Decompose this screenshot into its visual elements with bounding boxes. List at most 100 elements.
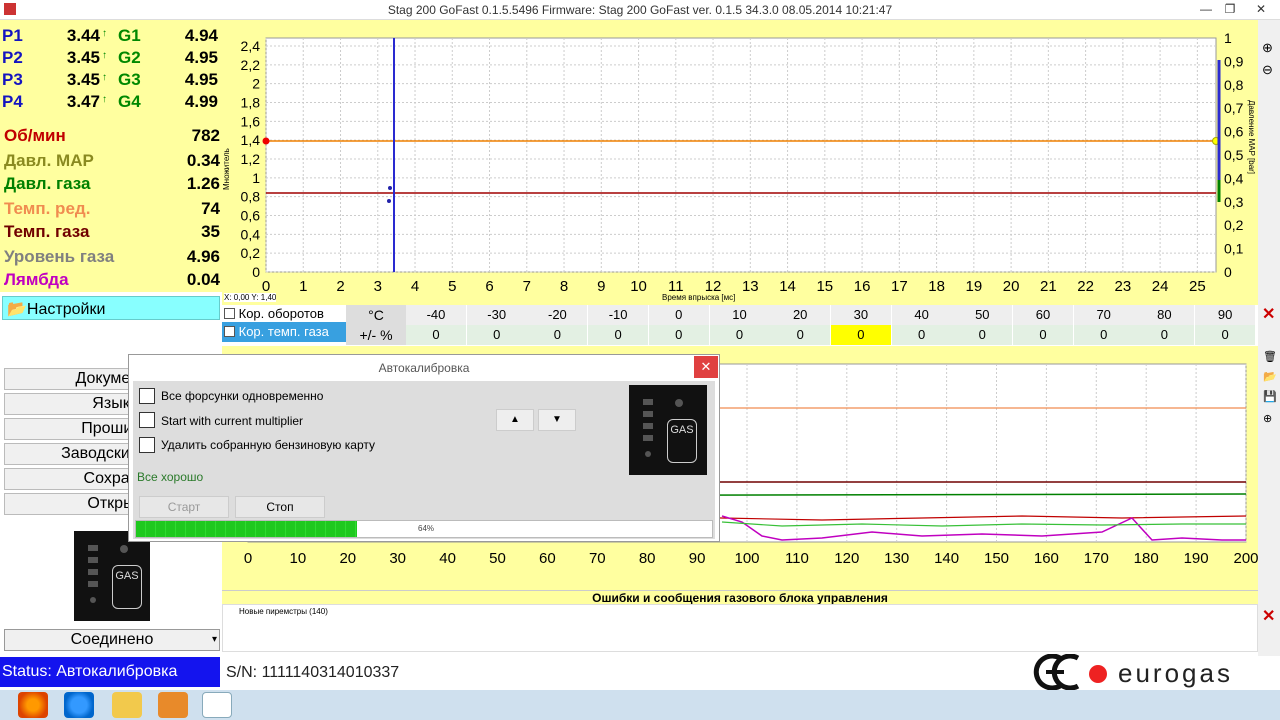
x2-tick-label: 140 [934,550,959,567]
app-icon-taskbar[interactable] [158,692,188,718]
left-tick-label: 2,4 [241,38,261,54]
down-arrow-button[interactable]: ▼ [538,409,576,431]
injector-g-value: 4.94 [184,26,218,45]
x-tick-label: 5 [448,278,456,295]
injector-g-label: G4 [118,92,141,111]
x2-tick-label: 30 [389,550,406,567]
all-injectors-label: Все форсунки одновременно [161,389,324,403]
eurogas-logo-icon [1030,653,1110,691]
corr-value-cell[interactable]: 0 [952,325,1013,345]
corr-value-cell[interactable]: 0 [770,325,831,345]
start-button[interactable]: Старт [139,496,229,518]
corr-value-cell[interactable]: 0 [588,325,649,345]
injector-p-label: P4 [2,92,23,111]
zoom-in-icon[interactable]: ⊕ [1262,40,1273,56]
x2-tick-label: 160 [1034,550,1059,567]
corr-value-cell[interactable]: 0 [406,325,466,345]
x2-tick-label: 50 [489,550,506,567]
corr-value-cell[interactable]: 0 [1013,325,1073,345]
temp-header-cell: -40 [406,305,466,325]
zoom-out-icon[interactable]: ⊖ [1262,62,1273,78]
settings-tab[interactable]: 📂Настройки [2,296,220,320]
left-tick-label: 1 [252,170,260,186]
x2-tick-label: 130 [884,550,909,567]
x-axis-label: Время впрыска [мс] [662,293,736,302]
maximize-button[interactable]: ❐ [1220,2,1240,18]
corr-value-cell[interactable]: 0 [1195,325,1256,345]
right-tick-label: 0,1 [1224,241,1244,257]
corr-value-cell[interactable]: 0 [830,325,891,345]
folder-icon: 📂 [7,301,27,318]
x2-tick-label: 20 [339,550,356,567]
x-tick-label: 10 [630,278,647,295]
x-tick-label: 7 [523,278,531,295]
x-tick-label: 20 [1003,278,1020,295]
x2-tick-label: 120 [834,550,859,567]
corr-value-cell[interactable]: 0 [1073,325,1134,345]
left-tick-label: 0,8 [241,189,261,205]
error-item[interactable]: Новые пиремстры (140) [239,607,1241,616]
close-window-button[interactable]: ✕ [1246,2,1276,18]
left-tick-label: 1,6 [241,113,261,129]
x-tick-label: 17 [891,278,908,295]
save-icon[interactable]: 💾 [1263,390,1277,403]
progress-text: 64% [418,524,435,533]
gas-status-icon: GAS [74,531,150,621]
x-tick-label: 2 [336,278,344,295]
corr-value-cell[interactable]: 0 [1134,325,1195,345]
clear-table-icon[interactable]: ✕ [1262,304,1275,324]
temp-header-cell: 20 [770,305,831,325]
dialog-close-button[interactable]: ✕ [694,356,718,378]
corr-value-cell[interactable]: 0 [891,325,952,345]
injector-icon: ↑ [102,50,107,61]
left-tick-label: 0,2 [241,245,261,261]
param-label: Давл. MAP [4,151,94,170]
param-value: 4.96 [186,247,220,266]
temp-header-cell: 0 [648,305,709,325]
stop-button[interactable]: Стоп [235,496,325,518]
x-tick-label: 14 [779,278,796,295]
corr-value-cell[interactable]: 0 [709,325,770,345]
dialog-title: Автокалибровка [129,355,719,381]
connection-dropdown[interactable]: Соединено ▾ [4,629,220,651]
status-message: Все хорошо [137,470,204,484]
gas-temp-correction-option[interactable]: Кор. темп. газа [222,322,346,342]
injector-icon: ↑ [102,94,107,105]
stag-taskbar-icon[interactable] [202,692,232,718]
pct-header: +/- % [346,325,406,345]
all-injectors-checkbox[interactable] [139,388,155,404]
x-tick-label: 24 [1152,278,1169,295]
injector-p-label: P3 [2,70,23,89]
temp-header-cell: -20 [527,305,588,325]
delete-icon[interactable]: 🗑 [1263,350,1277,363]
clear-errors-icon[interactable]: ✕ [1262,606,1275,626]
internet-explorer-icon[interactable] [64,692,94,718]
zoom-icon[interactable]: ⊕ [1263,412,1272,425]
x-tick-label: 16 [854,278,871,295]
firefox-icon[interactable] [18,692,48,718]
right-axis-label: Давление MAP [bar] [1247,100,1256,175]
injector-p-value: 3.45 [66,48,100,67]
current-multiplier-checkbox[interactable] [139,412,155,428]
delete-map-checkbox[interactable] [139,437,155,453]
corr-value-cell[interactable]: 0 [648,325,709,345]
dropdown-arrow-icon: ▾ [211,634,217,645]
injector-g-value: 4.95 [184,48,218,67]
x2-tick-label: 110 [785,550,809,567]
right-tick-label: 0,3 [1224,194,1244,210]
temp-header-cell: 80 [1134,305,1195,325]
temp-header-cell: 40 [891,305,952,325]
left-tick-label: 0 [252,264,260,280]
corr-value-cell[interactable]: 0 [466,325,527,345]
x2-tick-label: 170 [1084,550,1109,567]
injector-p-value: 3.45 [66,70,100,89]
file-explorer-icon[interactable] [112,692,142,718]
open-icon[interactable]: 📂 [1263,370,1277,383]
minimize-button[interactable]: — [1196,2,1216,18]
x-tick-label: 21 [1040,278,1057,295]
x2-tick-label: 100 [734,550,759,567]
injector-g-label: G3 [118,70,141,89]
up-arrow-button[interactable]: ▲ [496,409,534,431]
corr-value-cell[interactable]: 0 [527,325,588,345]
x-tick-label: 8 [560,278,568,295]
